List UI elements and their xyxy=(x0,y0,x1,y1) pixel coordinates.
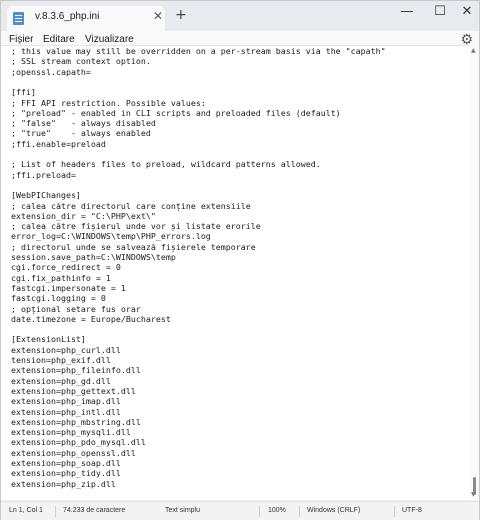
tab-title: v.8.3.6_php.ini xyxy=(35,11,100,22)
notepad-icon xyxy=(13,12,24,25)
encoding[interactable]: UTF-8 xyxy=(402,507,422,514)
editor-line: cgi.fix_pathinfo = 1 xyxy=(11,272,111,283)
editor-line: extension=php_zip.dll xyxy=(11,478,116,489)
editor-line: extension=php_soap.dll xyxy=(11,458,121,468)
editor-line: ; opțional setare fus orar xyxy=(11,303,141,314)
editor-line: ;ffi.enable=preload xyxy=(11,138,106,149)
zoom-level[interactable]: 100% xyxy=(268,507,286,514)
editor-line: [WebPIChanges] xyxy=(11,190,81,201)
notepad-window: v.8.3.6_php.ini ✕ + — ☐ ✕ Fișier Editare… xyxy=(0,0,480,520)
editor-line: ;openssl.capath= xyxy=(11,66,91,77)
vertical-scrollbar[interactable]: ▲ ▼ xyxy=(471,45,479,500)
line-ending[interactable]: Windows (CRLF) xyxy=(307,507,360,514)
editor-line: extension=php_mbstring.dll xyxy=(11,416,141,427)
editor-line: extension=php_imap.dll xyxy=(11,396,121,407)
editor-line: ; calea către directorul care conține ex… xyxy=(11,200,251,211)
editor-line: extension=php_pdo_mysql.dll xyxy=(11,437,146,448)
title-bar: v.8.3.6_php.ini ✕ + — ☐ ✕ xyxy=(1,1,479,31)
editor-line: [ExtensionList] xyxy=(11,334,86,345)
editor-line: extension=php_gettext.dll xyxy=(11,385,136,396)
menu-edit[interactable]: Editare xyxy=(43,34,75,45)
menu-view[interactable]: Vizualizare xyxy=(85,34,134,45)
scroll-up-icon[interactable]: ▲ xyxy=(471,47,476,54)
editor-line: extension=php_fileinfo.dll xyxy=(11,365,141,376)
editor-line: [ffi] xyxy=(11,87,36,98)
editor-line: session.save_path=C:\WINDOWS\temp xyxy=(11,252,176,262)
close-tab-icon[interactable]: ✕ xyxy=(153,9,163,23)
minimize-button[interactable]: — xyxy=(397,4,417,19)
editor-line: fastcgi.logging = 0 xyxy=(11,293,106,304)
editor-line: ; SSL stream context option. xyxy=(11,56,151,67)
editor-line: extension=php_intl.dll xyxy=(11,406,121,417)
editor-line: ; FFI API restriction. Possible values: xyxy=(11,97,206,108)
editor-line: tension=php_exif.dll xyxy=(11,355,111,365)
editor-line: error_log=C:\WINDOWS\temp\PHP_errors.log xyxy=(11,231,211,242)
status-divider xyxy=(394,506,395,517)
editor-line: ; directorul unde se salvează fișierele … xyxy=(11,241,256,252)
file-tab[interactable]: v.8.3.6_php.ini ✕ xyxy=(7,6,165,31)
editor-line: ; "preload" - enabled in CLI scripts and… xyxy=(11,107,341,118)
editor-line: date.timezone = Europe/Bucharest xyxy=(11,313,171,324)
status-divider xyxy=(259,506,260,517)
editor-line: ; List of headers files to preload, wild… xyxy=(11,159,321,170)
text-format[interactable]: Text simplu xyxy=(165,507,200,514)
character-count: 74.233 de caractere xyxy=(63,507,126,514)
status-divider xyxy=(299,506,300,517)
text-editor[interactable]: ; this value may still be overridden on … xyxy=(1,45,471,500)
new-tab-button[interactable]: + xyxy=(175,7,187,23)
editor-line: extension=php_curl.dll xyxy=(11,344,121,355)
editor-line: extension=php_openssl.dll xyxy=(11,447,136,458)
cursor-position: Ln 1, Col 1 xyxy=(9,507,43,514)
editor-line: ; "false" - always disabled xyxy=(11,118,156,129)
editor-line: ; calea către fișierul unde vor și lista… xyxy=(11,221,261,232)
editor-line: extension_dir = "C:\PHP\ext\" xyxy=(11,210,156,221)
status-divider xyxy=(55,506,56,517)
maximize-button[interactable]: ☐ xyxy=(430,4,450,19)
editor-line: ; "true" - always enabled xyxy=(11,128,151,139)
editor-line: extension=php_gd.dll xyxy=(11,375,111,386)
editor-line: extension=php_tidy.dll xyxy=(11,468,121,479)
editor-line: extension=php_mysqli.dll xyxy=(11,427,131,438)
menu-file[interactable]: Fișier xyxy=(9,34,33,45)
scroll-down-icon[interactable]: ▼ xyxy=(471,491,476,498)
editor-line: ;ffi.preload= xyxy=(11,169,76,180)
editor-line: cgi.force_redirect = 0 xyxy=(11,262,121,273)
editor-line: fastcgi.impersonate = 1 xyxy=(11,282,126,293)
status-bar: Ln 1, Col 1 74.233 de caractere Text sim… xyxy=(1,501,479,520)
editor-line: ; this value may still be overridden on … xyxy=(11,46,386,56)
close-window-button[interactable]: ✕ xyxy=(457,4,477,19)
